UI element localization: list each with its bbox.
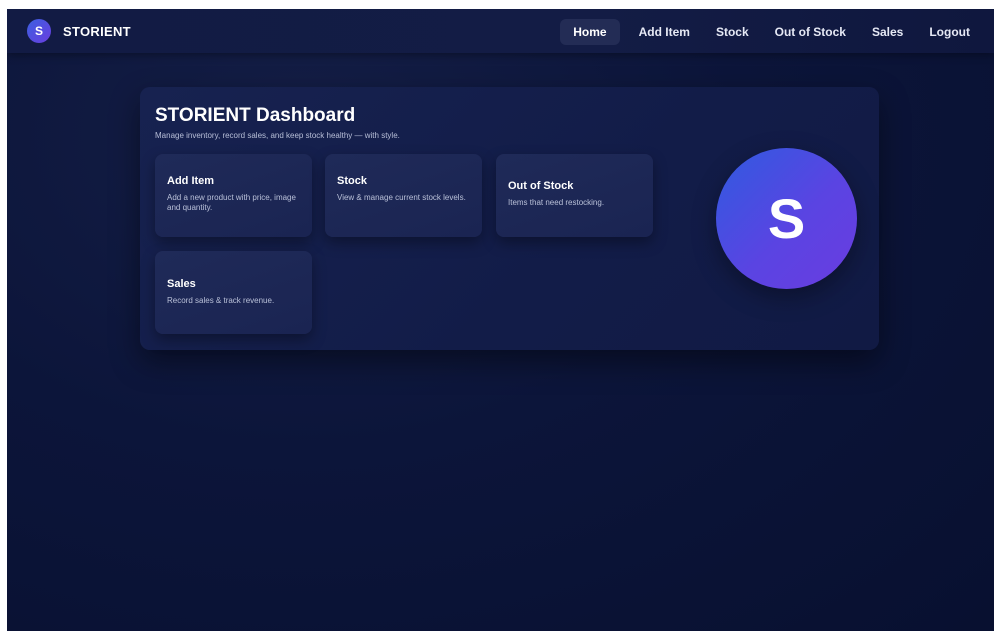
card-stock[interactable]: Stock View & manage current stock levels… <box>325 154 482 237</box>
brand-avatar: S <box>716 148 857 289</box>
brand-name: STORIENT <box>63 23 131 39</box>
card-add-item[interactable]: Add Item Add a new product with price, i… <box>155 154 312 237</box>
card-sales[interactable]: Sales Record sales & track revenue. <box>155 251 312 334</box>
nav-sales[interactable]: Sales <box>859 19 916 45</box>
dashboard-panel: STORIENT Dashboard Manage inventory, rec… <box>140 87 879 350</box>
nav-out-of-stock[interactable]: Out of Stock <box>762 19 859 45</box>
nav-stock[interactable]: Stock <box>703 19 762 45</box>
card-description: Add a new product with price, image and … <box>167 193 296 212</box>
card-description: Record sales & track revenue. <box>167 296 275 305</box>
card-description: Items that need restocking. <box>508 198 605 207</box>
card-description: View & manage current stock levels. <box>337 193 466 202</box>
top-navbar: S STORIENT Home Add Item Stock Out of St… <box>7 9 994 53</box>
page-subtitle: Manage inventory, record sales, and keep… <box>155 131 400 140</box>
nav-add-item[interactable]: Add Item <box>626 19 703 45</box>
card-title: Add Item <box>167 175 215 187</box>
nav-logout[interactable]: Logout <box>916 19 983 45</box>
card-out-of-stock[interactable]: Out of Stock Items that need restocking. <box>496 154 653 237</box>
brand[interactable]: S STORIENT <box>27 19 131 43</box>
app-window: S STORIENT Home Add Item Stock Out of St… <box>7 9 994 631</box>
nav-home[interactable]: Home <box>560 19 620 45</box>
page-title: STORIENT Dashboard <box>155 105 356 126</box>
brand-logo-icon: S <box>27 19 51 43</box>
card-title: Out of Stock <box>508 180 574 192</box>
card-title: Stock <box>337 175 367 187</box>
nav-links: Home Add Item Stock Out of Stock Sales L… <box>560 19 983 45</box>
card-title: Sales <box>167 278 196 290</box>
